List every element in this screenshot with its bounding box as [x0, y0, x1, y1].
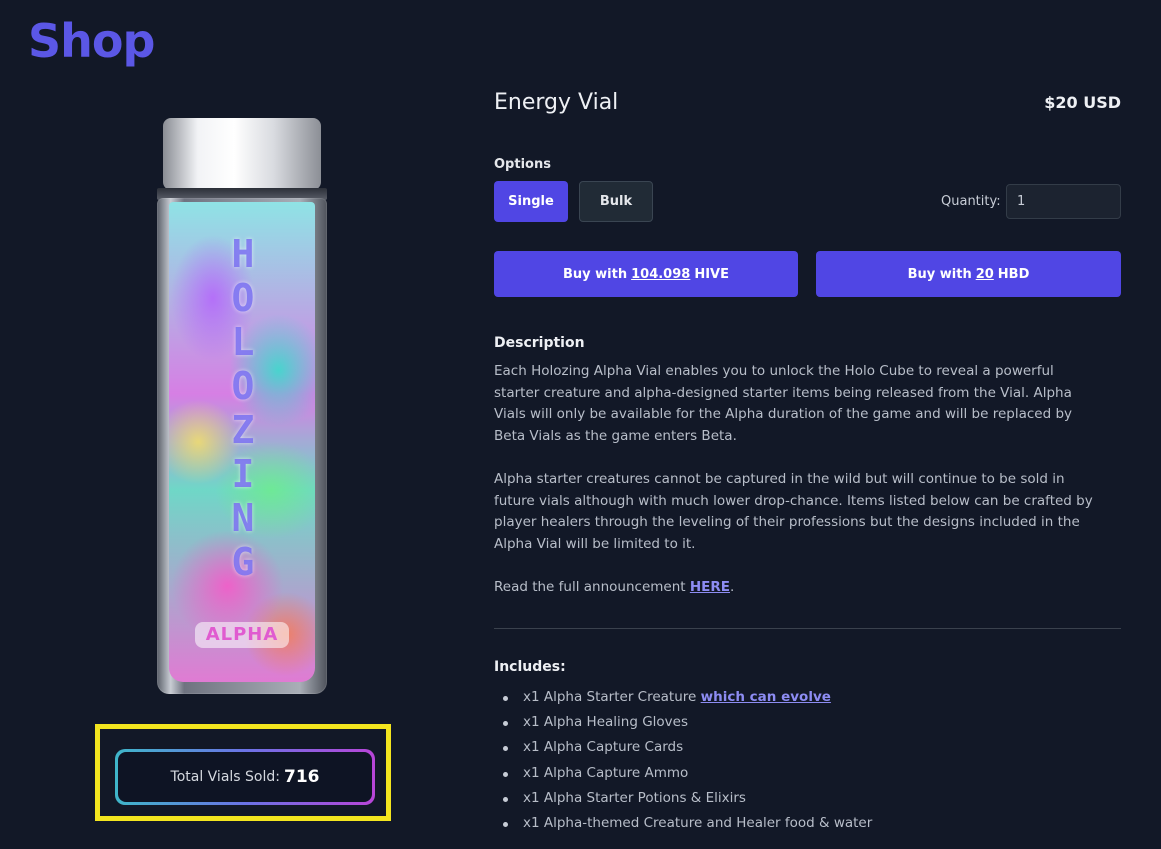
divider	[494, 628, 1121, 629]
product-name: Energy Vial	[494, 90, 619, 115]
quantity-input[interactable]	[1006, 184, 1121, 219]
buy-hive-currency: HIVE	[694, 266, 729, 282]
list-item-text: x1 Alpha Starter Potions & Elixirs	[523, 789, 746, 806]
total-sold-inner: Total Vials Sold: 716	[118, 752, 372, 802]
description-title: Description	[494, 335, 585, 351]
list-item: x1 Alpha Starter Creature which can evol…	[494, 687, 872, 712]
list-item: x1 Alpha Capture Cards	[494, 737, 872, 762]
list-item: x1 Alpha-themed Creature and Healer food…	[494, 813, 872, 838]
option-single-button[interactable]: Single	[494, 181, 568, 222]
list-item-text: x1 Alpha Capture Ammo	[523, 764, 689, 781]
buy-hive-amount: 104.098	[631, 266, 691, 282]
vial-holo-label: HOLOZING ALPHA	[169, 202, 315, 682]
list-item-text: x1 Alpha Starter Creature	[523, 689, 697, 705]
quantity-label: Quantity:	[941, 194, 1001, 209]
options-label: Options	[494, 157, 551, 172]
announcement-prefix: Read the full announcement	[494, 579, 686, 595]
description-paragraph-1: Each Holozing Alpha Vial enables you to …	[494, 363, 1073, 445]
buy-hbd-currency: HBD	[997, 266, 1030, 282]
buy-hbd-button[interactable]: Buy with 20 HBD	[816, 251, 1121, 297]
buy-hive-button[interactable]: Buy with 104.098 HIVE	[494, 251, 798, 297]
includes-list: x1 Alpha Starter Creature which can evol…	[494, 687, 872, 838]
list-item: x1 Alpha Starter Potions & Elixirs	[494, 788, 872, 813]
total-sold-label: Total Vials Sold:	[170, 769, 280, 785]
vial-brand-logo: HOLOZING	[231, 232, 255, 584]
total-sold-value: 716	[283, 767, 320, 787]
announcement-line: Read the full announcement HERE.	[494, 577, 1094, 599]
product-image: HOLOZING ALPHA	[157, 118, 327, 696]
page-title: Shop	[28, 14, 155, 68]
includes-title: Includes:	[494, 659, 566, 675]
evolve-link[interactable]: which can evolve	[701, 689, 831, 705]
buy-hive-prefix: Buy with	[563, 266, 628, 282]
list-item-text: x1 Alpha-themed Creature and Healer food…	[523, 814, 873, 831]
vial-alpha-tag: ALPHA	[195, 622, 289, 648]
description-paragraph-2: Alpha starter creatures cannot be captur…	[494, 471, 1093, 553]
list-item: x1 Alpha Capture Ammo	[494, 763, 872, 788]
vial-cap	[163, 118, 321, 190]
list-item-text: x1 Alpha Healing Gloves	[523, 714, 688, 731]
buy-hbd-prefix: Buy with	[907, 266, 972, 282]
list-item-text: x1 Alpha Capture Cards	[523, 739, 684, 756]
buy-hbd-amount: 20	[975, 266, 994, 282]
product-price: $20 USD	[1044, 93, 1121, 112]
option-bulk-button[interactable]: Bulk	[579, 181, 653, 222]
list-item: x1 Alpha Healing Gloves	[494, 712, 872, 737]
announcement-suffix: .	[730, 579, 735, 595]
announcement-link[interactable]: HERE	[690, 579, 730, 595]
vial-bottle: HOLOZING ALPHA	[157, 198, 327, 694]
total-sold-box: Total Vials Sold: 716	[115, 749, 375, 805]
